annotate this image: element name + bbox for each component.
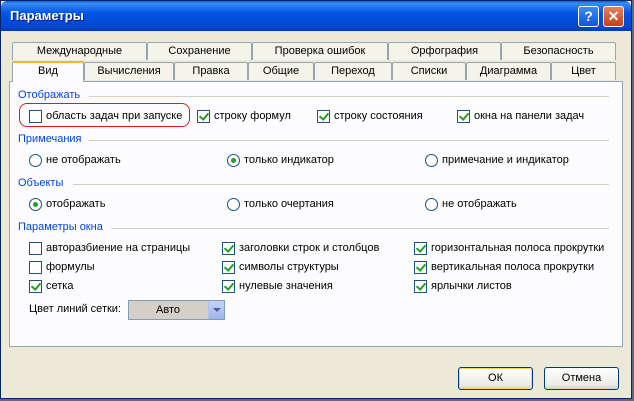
tab-view[interactable]: Вид (12, 61, 84, 82)
tab-error-checking[interactable]: Проверка ошибок (252, 42, 388, 60)
gridline-color-select[interactable]: Авто (128, 300, 225, 320)
highlight-outline (19, 103, 190, 127)
radio-comments-none-label: не отображать (46, 154, 121, 166)
ok-button[interactable]: ОК (458, 367, 533, 390)
section-objects-heading: Объекты (18, 177, 64, 189)
checkbox-zero-values-label: нулевые значения (239, 280, 333, 292)
title-bar[interactable]: Параметры ? ✕ (1, 1, 631, 31)
cancel-button[interactable]: Отмена (544, 367, 619, 390)
radio-objects-hide[interactable] (425, 198, 438, 211)
radio-objects-outlines-label: только очертания (244, 198, 334, 210)
checkbox-vertical-scrollbar[interactable] (414, 261, 427, 274)
tab-international[interactable]: Международные (12, 42, 147, 60)
options-dialog: Параметры ? ✕ Международные Сохранение П… (0, 0, 632, 399)
section-divider (111, 228, 609, 229)
tab-security[interactable]: Безопасность (501, 42, 616, 60)
checkbox-status-bar[interactable] (317, 110, 330, 123)
radio-comments-none[interactable] (29, 154, 42, 167)
section-window-options-heading: Параметры окна (18, 221, 103, 233)
checkbox-gridlines-label: сетка (46, 280, 74, 292)
tab-edit[interactable]: Правка (174, 62, 248, 80)
gridline-color-label: Цвет линий сетки: (29, 303, 121, 315)
tab-color[interactable]: Цвет (551, 62, 616, 80)
radio-objects-show-label: отображать (46, 198, 106, 210)
checkbox-sheet-tabs[interactable] (414, 280, 427, 293)
checkbox-zero-values[interactable] (222, 280, 235, 293)
radio-objects-outlines[interactable] (227, 198, 240, 211)
checkbox-formulas-label: формулы (46, 261, 95, 273)
tab-spelling[interactable]: Орфография (388, 42, 501, 60)
section-comments-heading: Примечания (18, 133, 82, 145)
radio-comments-indicator[interactable] (227, 154, 240, 167)
checkbox-formulas[interactable] (29, 261, 42, 274)
checkbox-row-col-headers-label: заголовки строк и столбцов (239, 242, 380, 254)
chevron-down-icon[interactable] (208, 301, 224, 319)
radio-comments-both[interactable] (425, 154, 438, 167)
checkbox-outline-symbols[interactable] (222, 261, 235, 274)
checkbox-gridlines[interactable] (29, 280, 42, 293)
section-divider (73, 184, 609, 185)
checkbox-windows-in-taskbar-label: окна на панели задач (474, 110, 585, 122)
checkbox-horizontal-scrollbar-label: горизонтальная полоса прокрутки (431, 242, 605, 254)
tab-transition[interactable]: Переход (314, 62, 392, 80)
tab-save[interactable]: Сохранение (147, 42, 252, 60)
checkbox-page-breaks-label: авторазбиение на страницы (46, 242, 191, 254)
checkbox-vertical-scrollbar-label: вертикальная полоса прокрутки (431, 261, 595, 273)
tab-lists[interactable]: Списки (392, 62, 466, 80)
checkbox-windows-in-taskbar[interactable] (457, 110, 470, 123)
radio-objects-show[interactable] (29, 198, 42, 211)
section-show-heading: Отображать (18, 89, 81, 101)
tab-general[interactable]: Общие (248, 62, 314, 80)
checkbox-status-bar-label: строку состояния (334, 110, 423, 122)
checkbox-horizontal-scrollbar[interactable] (414, 242, 427, 255)
section-divider (89, 96, 609, 97)
dialog-title: Параметры (10, 8, 84, 23)
radio-objects-hide-label: не отображать (442, 198, 517, 210)
checkbox-formula-bar-label: строку формул (214, 110, 291, 122)
checkbox-outline-symbols-label: символы структуры (239, 261, 339, 273)
help-button[interactable]: ? (578, 6, 599, 27)
close-button[interactable]: ✕ (603, 6, 624, 27)
checkbox-row-col-headers[interactable] (222, 242, 235, 255)
checkbox-page-breaks[interactable] (29, 242, 42, 255)
radio-comments-both-label: примечание и индикатор (442, 154, 569, 166)
radio-comments-indicator-label: только индикатор (244, 154, 334, 166)
tab-chart[interactable]: Диаграмма (466, 62, 551, 80)
checkbox-sheet-tabs-label: ярлычки листов (431, 280, 512, 292)
gridline-color-value: Авто (156, 304, 180, 316)
tab-calculation[interactable]: Вычисления (84, 62, 174, 80)
checkbox-formula-bar[interactable] (197, 110, 210, 123)
section-divider (89, 140, 609, 141)
